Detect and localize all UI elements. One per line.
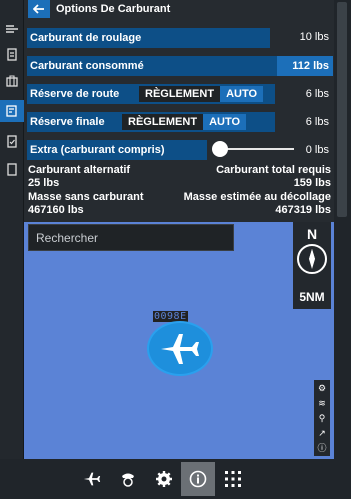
map-search-input[interactable]: Rechercher — [28, 224, 234, 251]
left-sidebar — [0, 0, 24, 459]
grid-icon — [225, 471, 241, 487]
extra-fuel-bar: Extra (carburant compris) — [27, 140, 207, 160]
info-icon — [189, 470, 207, 488]
final-reserve-bar: Réserve finale RÈGLEMENT AUTO — [27, 112, 275, 132]
taxi-fuel-row: Carburant de roulage — [27, 28, 270, 48]
route-reserve-label: Réserve de route — [30, 88, 120, 100]
route-reserve-auto-button[interactable]: AUTO — [220, 86, 264, 102]
sidebar-notes-button[interactable] — [0, 158, 24, 180]
final-reserve-row: Réserve finale RÈGLEMENT AUTO — [27, 112, 275, 132]
sidebar-route-button[interactable] — [0, 18, 24, 40]
airplane-icon — [83, 472, 101, 486]
gear-icon — [156, 471, 172, 487]
info-small-icon[interactable]: ⓘ — [317, 443, 327, 453]
pin-icon[interactable]: ⚲ — [317, 413, 327, 423]
settings-small-icon[interactable]: ⚙ — [317, 383, 327, 393]
total-fuel-label: Carburant total requis — [216, 164, 331, 176]
back-button[interactable] — [28, 0, 50, 18]
extra-fuel-label: Extra (carburant compris) — [30, 144, 165, 156]
map-view[interactable]: Rechercher N 5NM 0098E ⚙ ≋ ⚲ ↗ ⓘ — [24, 222, 334, 459]
compass-icon[interactable] — [297, 244, 327, 274]
clipboard-check-icon — [7, 135, 17, 148]
extra-fuel-value: 0 lbs — [305, 144, 329, 156]
notes-icon — [7, 163, 17, 176]
route-reserve-value: 6 lbs — [305, 88, 329, 100]
toolbar-info-button[interactable] — [181, 462, 215, 496]
toolbar-apps-button[interactable] — [216, 462, 250, 496]
page-title: Options De Carburant — [56, 3, 171, 15]
final-reserve-label: Réserve finale — [30, 116, 105, 128]
total-fuel-value: 159 lbs — [293, 177, 331, 189]
consumed-fuel-bar: Carburant consommé — [27, 56, 277, 76]
zero-fuel-weight-label: Masse sans carburant — [28, 191, 144, 203]
map-tools-bar: ⚙ ≋ ⚲ ↗ ⓘ — [314, 380, 330, 456]
fuel-options-panel: Options De Carburant Carburant de roulag… — [24, 0, 334, 222]
final-reserve-auto-button[interactable]: AUTO — [203, 114, 247, 130]
alternate-fuel-label: Carburant alternatif — [28, 164, 131, 176]
aircraft-marker[interactable] — [147, 321, 213, 376]
takeoff-weight-label: Masse estimée au décollage — [183, 191, 331, 203]
bottom-toolbar — [0, 459, 351, 499]
sidebar-payload-button[interactable] — [0, 70, 24, 92]
route-chart-icon[interactable]: ↗ — [317, 428, 327, 438]
route-icon — [6, 25, 18, 33]
route-reserve-rule-button[interactable]: RÈGLEMENT — [139, 86, 221, 102]
extra-fuel-row: Extra (carburant compris) — [27, 140, 207, 160]
consumed-fuel-row: Carburant consommé — [27, 56, 277, 76]
alternate-fuel-value: 25 lbs — [28, 177, 60, 189]
sidebar-fuel-button[interactable] — [0, 100, 24, 122]
route-reserve-bar: Réserve de route RÈGLEMENT AUTO — [27, 84, 275, 104]
final-reserve-value: 6 lbs — [305, 116, 329, 128]
taxi-fuel-bar[interactable]: Carburant de roulage — [27, 28, 270, 48]
airplane-icon — [161, 333, 199, 364]
zero-fuel-weight-value: 467160 lbs — [28, 204, 84, 216]
takeoff-weight-value: 467319 lbs — [275, 204, 331, 216]
north-label: N — [306, 226, 318, 242]
extra-fuel-slider-handle[interactable] — [212, 141, 228, 157]
arrow-left-icon — [33, 4, 44, 14]
layers-icon[interactable]: ≋ — [317, 398, 327, 408]
final-reserve-rule-button[interactable]: RÈGLEMENT — [122, 114, 204, 130]
taxi-fuel-value: 10 lbs — [299, 31, 329, 43]
scrollbar-thumb[interactable] — [337, 2, 347, 217]
toolbar-settings-button[interactable] — [147, 462, 181, 496]
clipboard-icon — [7, 48, 17, 61]
route-reserve-row: Réserve de route RÈGLEMENT AUTO — [27, 84, 275, 104]
pilot-cap-icon — [122, 473, 134, 487]
toolbar-pilot-button[interactable] — [111, 462, 145, 496]
sidebar-checks-button[interactable] — [0, 130, 24, 152]
panel-header: Options De Carburant — [24, 0, 334, 18]
fuel-document-icon — [6, 105, 17, 117]
map-orientation-panel[interactable]: N 5NM — [293, 222, 331, 309]
map-range-label: 5NM — [299, 290, 325, 304]
sidebar-checklist-button[interactable] — [0, 43, 24, 65]
consumed-fuel-label: Carburant consommé — [30, 60, 144, 72]
consumed-fuel-value: 112 lbs — [277, 56, 333, 76]
taxi-fuel-label: Carburant de roulage — [30, 32, 142, 44]
panel-scrollbar[interactable] — [334, 0, 351, 459]
toolbar-flight-button[interactable] — [75, 462, 109, 496]
briefcase-icon — [6, 75, 18, 87]
